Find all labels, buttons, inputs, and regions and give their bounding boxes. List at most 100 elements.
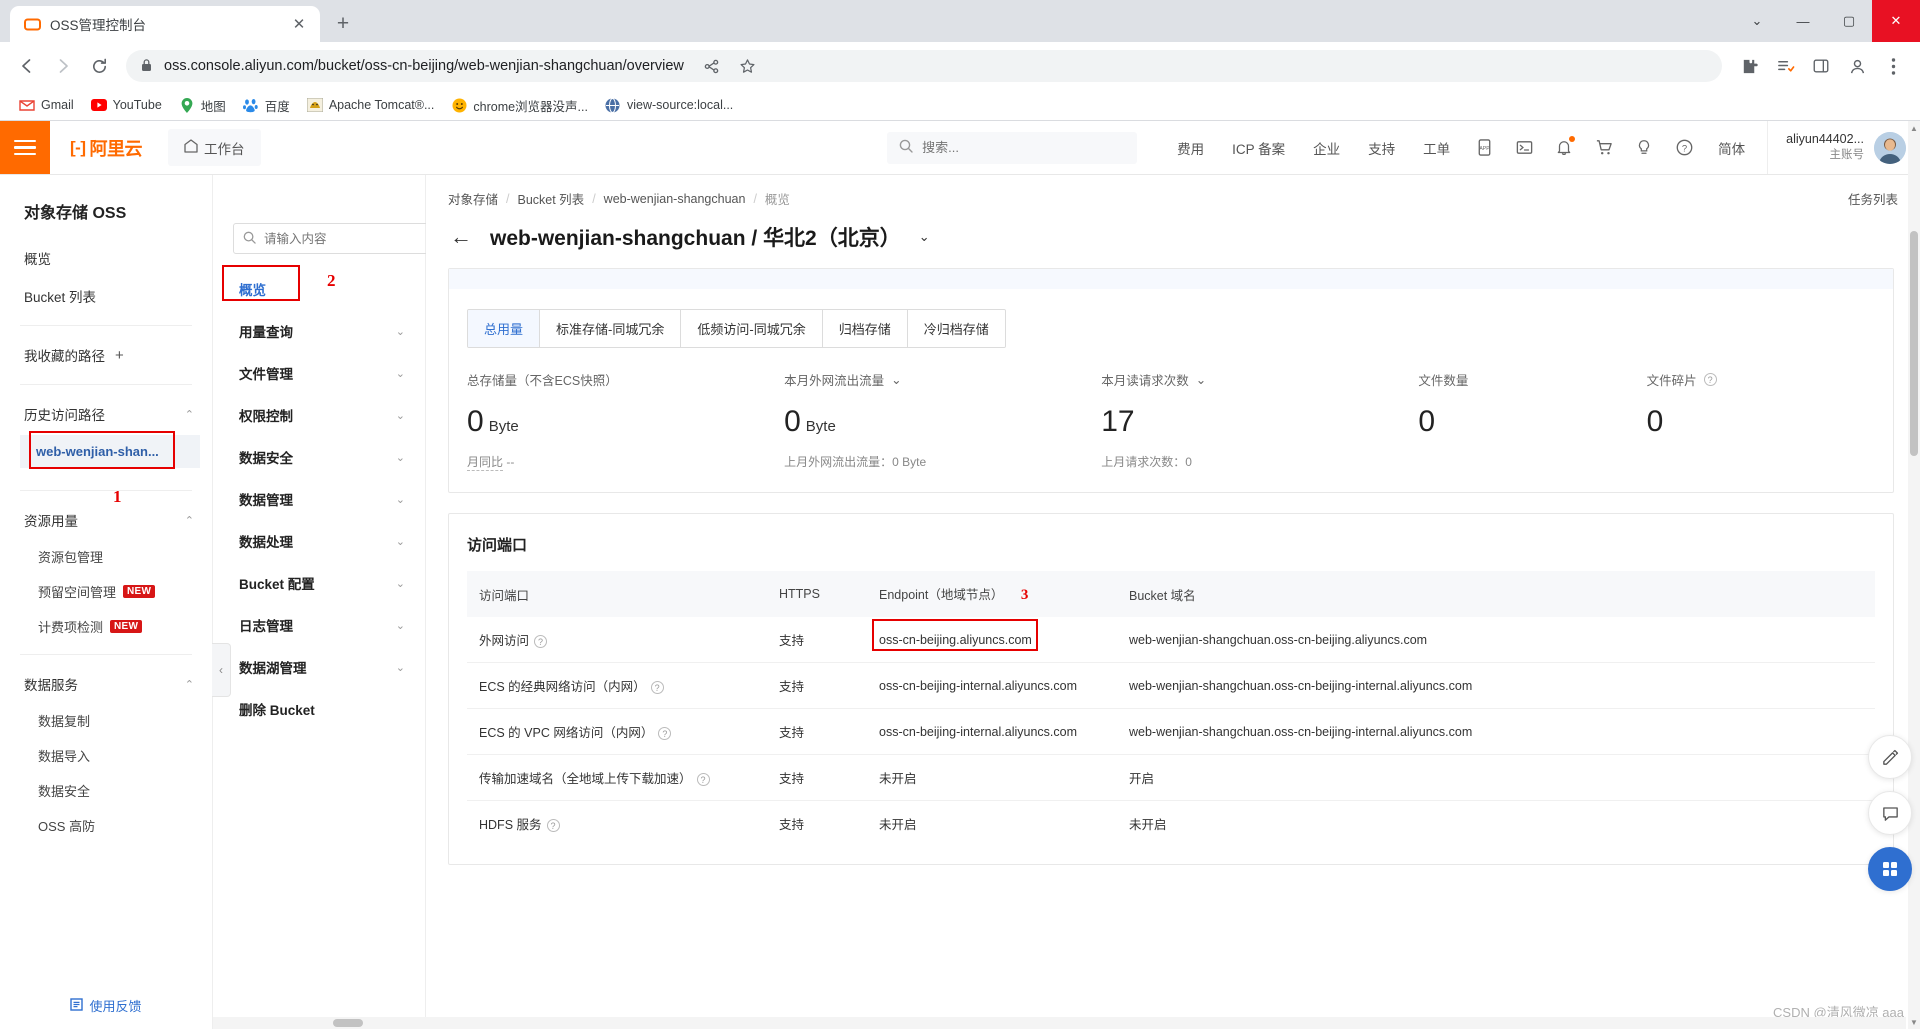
close-icon[interactable]: ✕	[288, 13, 310, 35]
sidebar-group-favorites[interactable]: 我收藏的路径 +	[0, 336, 212, 374]
tab-standard-zrs[interactable]: 标准存储-同城冗余	[540, 310, 682, 347]
bookmark-baidu[interactable]: 百度	[236, 92, 297, 119]
cell-bucket-domain[interactable]: web-wenjian-shangchuan.oss-cn-beijing-in…	[1117, 662, 1875, 709]
sidebar-group-data-service[interactable]: 数据服务 ⌃	[0, 665, 212, 703]
bell-icon[interactable]	[1544, 121, 1584, 175]
account-menu[interactable]: aliyun44402... 主账号	[1767, 121, 1920, 174]
bookmark-chrome-sound[interactable]: chrome浏览器没声...	[444, 92, 595, 119]
bucket-menu-item-delete-bucket[interactable]: 删除 Bucket	[213, 688, 425, 730]
header-nav-fee[interactable]: 费用	[1163, 121, 1218, 175]
breadcrumb-item-oss[interactable]: 对象存储	[448, 189, 498, 208]
language-switch[interactable]: 简体	[1704, 121, 1759, 175]
bucket-menu-item-datalake-mgmt[interactable]: 数据湖管理 ⌄	[213, 646, 425, 688]
help-icon[interactable]: ?	[534, 635, 548, 649]
cell-endpoint[interactable]: oss-cn-beijing-internal.aliyuncs.com	[867, 662, 1117, 709]
bookmark-maps[interactable]: 地图	[172, 92, 233, 119]
bookmark-youtube[interactable]: YouTube	[84, 93, 169, 117]
back-icon[interactable]	[10, 49, 44, 83]
header-nav-enterprise[interactable]: 企业	[1299, 121, 1354, 175]
chevron-down-icon[interactable]: ⌄	[1196, 372, 1206, 387]
share-icon[interactable]	[695, 49, 729, 83]
readinglist-icon[interactable]	[1768, 49, 1802, 83]
sidebar-item-bucket-list[interactable]: Bucket 列表	[0, 277, 212, 315]
terminal-icon[interactable]	[1504, 121, 1544, 175]
help-icon[interactable]: ?	[650, 681, 664, 695]
app-icon[interactable]: APP	[1464, 121, 1504, 175]
sidebar-item-data-import[interactable]: 数据导入	[0, 738, 212, 773]
sidebar-item-package-mgmt[interactable]: 资源包管理	[0, 539, 212, 574]
sidebar-item-overview[interactable]: 概览	[0, 239, 212, 277]
vertical-scrollbar[interactable]: ▲ ▼	[1908, 121, 1920, 1029]
workbench-button[interactable]: 工作台	[168, 129, 261, 166]
cell-bucket-domain[interactable]: web-wenjian-shangchuan.oss-cn-beijing-in…	[1117, 708, 1875, 755]
window-close-icon[interactable]: ✕	[1872, 0, 1920, 42]
bucket-menu-item-data-mgmt[interactable]: 数据管理 ⌄	[213, 478, 425, 520]
maximize-icon[interactable]: ▢	[1826, 0, 1872, 42]
bucket-menu-item-usage-query[interactable]: 用量查询 ⌄	[213, 310, 425, 352]
new-tab-button[interactable]: +	[328, 9, 358, 39]
chat-icon[interactable]	[1868, 791, 1912, 835]
sidebar-group-history[interactable]: 历史访问路径 ⌃	[0, 395, 212, 433]
scroll-up-arrow[interactable]: ▲	[1908, 121, 1920, 135]
header-nav-support[interactable]: 支持	[1354, 121, 1409, 175]
reload-icon[interactable]	[82, 49, 116, 83]
feedback-button[interactable]: 使用反馈	[0, 986, 212, 1029]
task-list-link[interactable]: 任务列表	[1848, 189, 1898, 208]
hscrollbar-thumb[interactable]	[333, 1019, 363, 1027]
tab-ia-zrs[interactable]: 低频访问-同城冗余	[681, 310, 823, 347]
cell-enable-link[interactable]: 开启	[1117, 754, 1875, 801]
bucket-search[interactable]	[233, 223, 435, 254]
scroll-down-arrow[interactable]: ▼	[1908, 1015, 1920, 1029]
help-icon[interactable]: ?	[546, 819, 560, 833]
breadcrumb-item-bucket-list[interactable]: Bucket 列表	[518, 189, 585, 208]
tab-archive[interactable]: 归档存储	[822, 310, 908, 347]
sidebar-group-usage[interactable]: 资源用量 ⌃	[0, 501, 212, 539]
bucket-menu-item-data-security[interactable]: 数据安全 ⌄	[213, 436, 425, 478]
sidebar-item-history-bucket[interactable]: web-wenjian-shan...	[20, 435, 200, 468]
forward-icon[interactable]	[46, 49, 80, 83]
collapse-sidebar-button[interactable]: ‹	[212, 643, 231, 697]
tab-total-usage[interactable]: 总用量	[468, 310, 541, 347]
header-nav-icp[interactable]: ICP 备案	[1218, 121, 1299, 175]
bucket-menu-item-log-mgmt[interactable]: 日志管理 ⌄	[213, 604, 425, 646]
bucket-menu-item-permission[interactable]: 权限控制 ⌄	[213, 394, 425, 436]
apps-icon[interactable]	[1868, 847, 1912, 891]
help-icon[interactable]: ?	[696, 773, 710, 787]
menu-icon[interactable]	[1876, 49, 1910, 83]
sidebar-item-reserved-space[interactable]: 预留空间管理 NEW	[0, 574, 212, 609]
sidepanel-icon[interactable]	[1804, 49, 1838, 83]
cell-bucket-domain[interactable]: web-wenjian-shangchuan.oss-cn-beijing.al…	[1117, 617, 1875, 663]
bulb-icon[interactable]	[1624, 121, 1664, 175]
plus-icon[interactable]: +	[115, 347, 124, 364]
sidebar-item-data-security[interactable]: 数据安全	[0, 773, 212, 808]
chevron-down-icon[interactable]: ⌄	[891, 372, 901, 387]
help-icon[interactable]: ?	[1703, 373, 1717, 386]
sidebar-item-billing-check[interactable]: 计费项检测 NEW	[0, 609, 212, 644]
edit-icon[interactable]	[1868, 735, 1912, 779]
bucket-menu-item-bucket-config[interactable]: Bucket 配置 ⌄	[213, 562, 425, 604]
address-bar[interactable]: oss.console.aliyun.com/bucket/oss-cn-bei…	[126, 50, 1722, 82]
sidebar-item-oss-protection[interactable]: OSS 高防	[0, 808, 212, 843]
cart-icon[interactable]	[1584, 121, 1624, 175]
bucket-search-input[interactable]	[264, 231, 425, 246]
chevron-down-icon[interactable]: ⌄	[919, 229, 930, 245]
horizontal-scrollbar[interactable]	[213, 1017, 1906, 1029]
help-icon[interactable]: ?	[1664, 121, 1704, 175]
breadcrumb-item-bucket[interactable]: web-wenjian-shangchuan	[604, 192, 746, 206]
chevron-down-icon[interactable]: ⌄	[1734, 0, 1780, 42]
browser-tab[interactable]: OSS管理控制台 ✕	[10, 6, 320, 42]
bucket-menu-item-file-mgmt[interactable]: 文件管理 ⌄	[213, 352, 425, 394]
bucket-menu-item-data-processing[interactable]: 数据处理 ⌄	[213, 520, 425, 562]
back-arrow-icon[interactable]: ←	[450, 224, 472, 250]
bookmark-view-source[interactable]: view-source:local...	[598, 93, 740, 117]
scrollbar-thumb[interactable]	[1910, 231, 1918, 456]
minimize-icon[interactable]: —	[1780, 0, 1826, 42]
sidebar-item-data-replication[interactable]: 数据复制	[0, 703, 212, 738]
endpoint-value[interactable]: oss-cn-beijing.aliyuncs.com	[879, 633, 1032, 647]
star-icon[interactable]	[731, 49, 765, 83]
bucket-menu-item-overview[interactable]: 概览	[213, 268, 425, 310]
bookmark-gmail[interactable]: Gmail	[12, 93, 81, 117]
cell-endpoint[interactable]: oss-cn-beijing-internal.aliyuncs.com	[867, 708, 1117, 755]
header-nav-ticket[interactable]: 工单	[1409, 121, 1464, 175]
aliyun-logo[interactable]: [-] 阿里云	[50, 121, 162, 174]
